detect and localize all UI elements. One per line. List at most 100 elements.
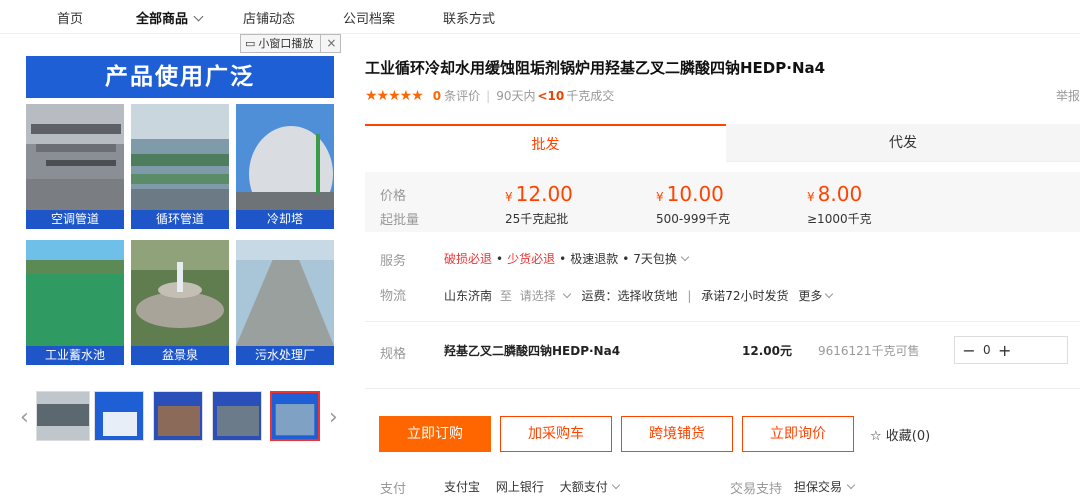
tile-fountain: 盆景泉 xyxy=(131,240,229,365)
nav-company-profile[interactable]: 公司档案 xyxy=(343,8,395,27)
tile-caption: 污水处理厂 xyxy=(236,346,334,365)
price-label: 价格 xyxy=(380,189,407,204)
tile-circulation-pipe: 循环管道 xyxy=(131,104,229,229)
product-title: 工业循环冷却水用缓蚀阻垢剂锅炉用羟基乙叉二膦酸四钠HEDP·Na4 xyxy=(365,59,826,77)
purchase-tabs: 批发 代发 xyxy=(365,124,1080,162)
chevron-down-icon[interactable] xyxy=(680,252,690,262)
price-value: 8.00 xyxy=(817,182,863,206)
dot-separator: • xyxy=(622,252,630,266)
tile-caption: 空调管道 xyxy=(26,210,124,229)
tile-industrial-pool: 工业蓄水池 xyxy=(26,240,124,365)
review-count-label: 条评价 xyxy=(444,89,481,103)
nav-contact[interactable]: 联系方式 xyxy=(443,8,495,27)
origin-city: 山东济南 xyxy=(444,289,493,303)
nav-store-news[interactable]: 店铺动态 xyxy=(243,8,295,27)
thumbnail-selected[interactable] xyxy=(270,391,320,441)
moq-tier-1: 25千克起批 xyxy=(505,212,569,226)
deal-period: 90天内 xyxy=(496,89,536,103)
chevron-left-icon[interactable]: ‹ xyxy=(20,405,29,430)
tab-wholesale[interactable]: 批发 xyxy=(365,124,726,162)
thumbnail-image xyxy=(272,393,318,439)
moq-tier-2: 500-999千克 xyxy=(656,212,731,226)
main-product-image[interactable]: 产品使用广泛 空调管道 循环管道 冷却塔 工业蓄水池 盆景泉 污水处理厂 xyxy=(26,56,334,366)
spec-stock: 9616121千克可售 xyxy=(818,344,920,358)
deal-label: 千克成交 xyxy=(566,89,615,103)
crossborder-button[interactable]: 跨境铺货 xyxy=(621,416,733,452)
inquiry-button[interactable]: 立即询价 xyxy=(742,416,854,452)
more-button[interactable]: 更多 xyxy=(798,289,822,303)
moq-label: 起批量 xyxy=(380,213,420,228)
destination-select[interactable]: 请选择 xyxy=(520,289,556,303)
thumbnail[interactable] xyxy=(153,391,203,441)
close-icon[interactable]: × xyxy=(320,35,336,52)
thumbnail[interactable] xyxy=(212,391,262,441)
currency-symbol: ¥ xyxy=(656,190,664,204)
service-row: 破损必退 • 少货必退 • 极速退款 • 7天包换 xyxy=(444,250,690,267)
price-tier-3: ¥8.00 xyxy=(807,182,862,206)
thumbnail-image xyxy=(37,392,89,440)
mini-window-label: 小窗口播放 xyxy=(258,37,314,50)
price-tier-2: ¥10.00 xyxy=(656,182,724,206)
payment-method: 网上银行 xyxy=(495,480,544,494)
quantity-stepper: − 0 + xyxy=(954,336,1068,364)
buy-now-button[interactable]: 立即订购 xyxy=(379,416,491,452)
chevron-down-icon[interactable] xyxy=(562,289,571,299)
divider xyxy=(365,321,1080,322)
price-tier-1: ¥12.00 xyxy=(505,182,573,206)
tile-cooling-tower: 冷却塔 xyxy=(236,104,334,229)
thumbnail-strip: ‹ › xyxy=(20,391,340,443)
mini-window-player[interactable]: ▭ 小窗口播放 × xyxy=(240,34,342,53)
thumbnail[interactable] xyxy=(36,391,90,441)
trade-support-label: 交易支持 xyxy=(730,482,783,497)
spec-label: 规格 xyxy=(380,347,407,362)
service-item[interactable]: 7天包换 xyxy=(633,252,677,266)
moq-tier-3: ≥1000千克 xyxy=(807,212,872,226)
thumbnail[interactable] xyxy=(94,391,144,441)
fountain-image xyxy=(131,240,229,346)
chevron-down-icon xyxy=(193,11,204,22)
payment-method[interactable]: 大额支付 xyxy=(560,480,608,494)
report-link[interactable]: 举报 xyxy=(1056,87,1080,104)
currency-symbol: ¥ xyxy=(505,190,513,204)
review-count[interactable]: 0 xyxy=(433,89,441,103)
service-item: 少货必退 xyxy=(507,252,556,266)
image-banner: 产品使用广泛 xyxy=(26,56,334,98)
add-to-cart-button[interactable]: 加采购车 xyxy=(500,416,612,452)
spec-name: 羟基乙叉二膦酸四钠HEDP·Na4 xyxy=(444,344,621,358)
payment-method: 支付宝 xyxy=(444,480,481,494)
plus-button[interactable]: + xyxy=(991,341,1019,360)
tile-caption: 工业蓄水池 xyxy=(26,346,124,365)
nav-home[interactable]: 首页 xyxy=(57,8,83,27)
chevron-down-icon[interactable] xyxy=(611,480,620,490)
tile-caption: 盆景泉 xyxy=(131,346,229,365)
chevron-right-icon[interactable]: › xyxy=(329,405,338,430)
tile-ac-pipe: 空调管道 xyxy=(26,104,124,229)
chevron-down-icon[interactable] xyxy=(846,480,856,490)
tile-caption: 循环管道 xyxy=(131,210,229,229)
price-panel: 价格 起批量 ¥12.00 25千克起批 ¥10.00 500-999千克 ¥8… xyxy=(365,172,1080,232)
service-item: 破损必退 xyxy=(444,252,493,266)
to-label: 至 xyxy=(499,289,512,303)
nav-all-products[interactable]: 全部商品 xyxy=(136,8,204,27)
quantity-input[interactable]: 0 xyxy=(983,343,991,357)
thumbnail-image xyxy=(213,392,261,440)
chevron-down-icon[interactable] xyxy=(825,289,834,299)
payment-label: 支付 xyxy=(380,482,407,497)
circulation-pipe-image xyxy=(131,104,229,210)
top-nav: 首页 全部商品 店铺动态 公司档案 联系方式 xyxy=(0,0,1080,34)
trade-support-value[interactable]: 担保交易 xyxy=(794,480,842,494)
tab-dropship[interactable]: 代发 xyxy=(726,124,1080,162)
star-rating-icon: ★★★★★ xyxy=(365,87,424,104)
favorite-button[interactable]: ☆ 收藏(0) xyxy=(870,425,930,444)
separator: | xyxy=(687,289,692,303)
logistics-row: 山东济南 至 请选择 运费：选择收货地 | 承诺72小时发货 更多 xyxy=(444,287,834,304)
dot-separator: • xyxy=(559,252,567,266)
tile-caption: 冷却塔 xyxy=(236,210,334,229)
dot-separator: • xyxy=(496,252,504,266)
deal-count: <10 xyxy=(537,88,565,103)
rating-row: ★★★★★ 0 条评价 | 90天内 <10 千克成交 xyxy=(365,87,614,104)
currency-symbol: ¥ xyxy=(807,190,815,204)
separator: | xyxy=(486,88,491,103)
price-value: 12.00 xyxy=(515,182,573,206)
minus-button[interactable]: − xyxy=(955,341,983,360)
